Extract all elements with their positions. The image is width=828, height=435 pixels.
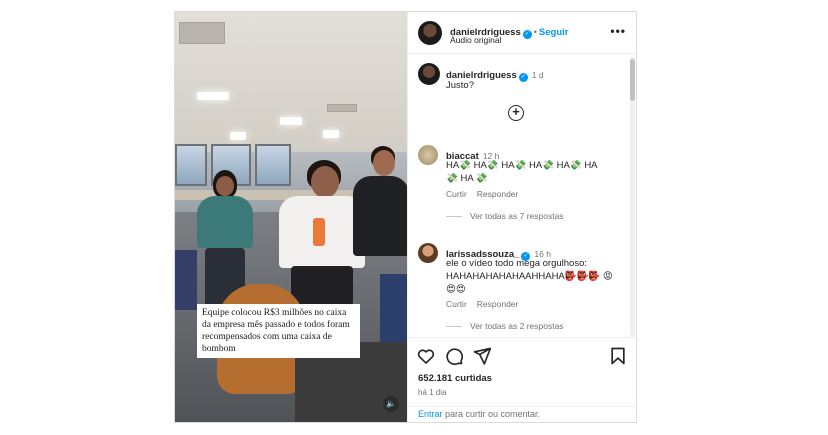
commenter-avatar[interactable] — [418, 243, 438, 263]
author-avatar[interactable] — [418, 21, 442, 45]
likes-count[interactable]: 652.181 curtidas — [418, 373, 492, 384]
login-link[interactable]: Entrar — [418, 409, 443, 419]
comment-text: HA💸 HA💸 HA💸 HA💸 HA💸 HA 💸 HA 💸 — [446, 160, 597, 184]
load-more-icon[interactable]: + — [508, 105, 524, 121]
view-replies-label: Ver todas as 7 respostas — [470, 211, 564, 221]
post-card: Equipe colocou R$3 milhões no caixa da e… — [174, 11, 638, 423]
post-header: danielrdriguess ✓ • Seguir Áudio original •… — [408, 12, 638, 54]
sound-icon[interactable]: 🔈 — [383, 396, 399, 412]
video-caption-overlay: Equipe colocou R$3 milhões no caixa da e… — [197, 304, 360, 358]
view-replies-button[interactable]: Ver todas as 2 respostas — [446, 321, 564, 331]
audio-link[interactable]: Áudio original — [450, 35, 502, 45]
login-suffix: para curtir ou comentar. — [442, 409, 541, 419]
view-replies-button[interactable]: Ver todas as 7 respostas — [446, 211, 564, 221]
view-replies-label: Ver todas as 2 respostas — [470, 321, 564, 331]
caption-text: Justo? — [446, 80, 474, 91]
comments-scrollbar[interactable] — [630, 57, 635, 337]
replies-line — [446, 326, 462, 328]
like-comment-button[interactable]: Curtir — [446, 189, 467, 199]
more-options-icon[interactable]: ••• — [610, 24, 626, 38]
comment-actions: Curtir Responder — [446, 189, 528, 199]
monitor — [380, 274, 407, 344]
blue-sign — [175, 250, 197, 310]
save-bookmark-icon[interactable] — [608, 346, 628, 366]
comment-bubble-icon[interactable] — [444, 346, 464, 366]
face — [216, 176, 234, 196]
face — [373, 150, 395, 176]
verified-icon: ✓ — [522, 30, 532, 39]
comment-actions: Curtir Responder — [446, 299, 528, 309]
ceiling-vent — [327, 104, 357, 112]
like-heart-icon[interactable] — [416, 346, 436, 366]
separator-dot: • — [533, 27, 537, 37]
post-actions-bar: 652.181 curtidas há 1 dia Entrar para cu… — [408, 337, 638, 422]
ceiling-light — [280, 117, 302, 125]
reply-button[interactable]: Responder — [477, 189, 519, 199]
comments-list: danielrdriguess ✓ 1 d Justo? + biaccat 12 h… — [408, 55, 638, 337]
replies-line — [446, 216, 462, 218]
like-comment-button[interactable]: Curtir — [446, 299, 467, 309]
share-send-icon[interactable] — [472, 346, 492, 366]
shirt — [197, 196, 253, 248]
pants — [291, 266, 353, 306]
ceiling-vent — [179, 22, 225, 44]
login-to-comment: Entrar para curtir ou comentar. — [408, 406, 638, 423]
ceiling-light — [197, 92, 229, 100]
follow-button[interactable]: Seguir — [539, 27, 569, 38]
ceiling-light — [230, 132, 246, 140]
ceiling-light — [323, 130, 339, 138]
post-time[interactable]: há 1 dia — [418, 388, 446, 397]
face — [311, 166, 339, 198]
author-avatar[interactable] — [418, 63, 440, 85]
window — [175, 144, 207, 186]
shirt — [353, 176, 407, 256]
reply-button[interactable]: Responder — [477, 299, 519, 309]
commenter-avatar[interactable] — [418, 145, 438, 165]
scrollbar-thumb[interactable] — [630, 59, 635, 101]
comment-text: ele o vídeo todo mega orgulhoso: HAHAHAH… — [446, 258, 613, 295]
post-video[interactable]: Equipe colocou R$3 milhões no caixa da e… — [175, 12, 407, 422]
window — [255, 144, 291, 186]
verified-icon: ✓ — [518, 73, 528, 82]
post-side-panel: danielrdriguess ✓ • Seguir Áudio original •… — [407, 12, 638, 422]
orange-phone — [313, 218, 325, 246]
comment-time[interactable]: 1 d — [532, 70, 544, 80]
